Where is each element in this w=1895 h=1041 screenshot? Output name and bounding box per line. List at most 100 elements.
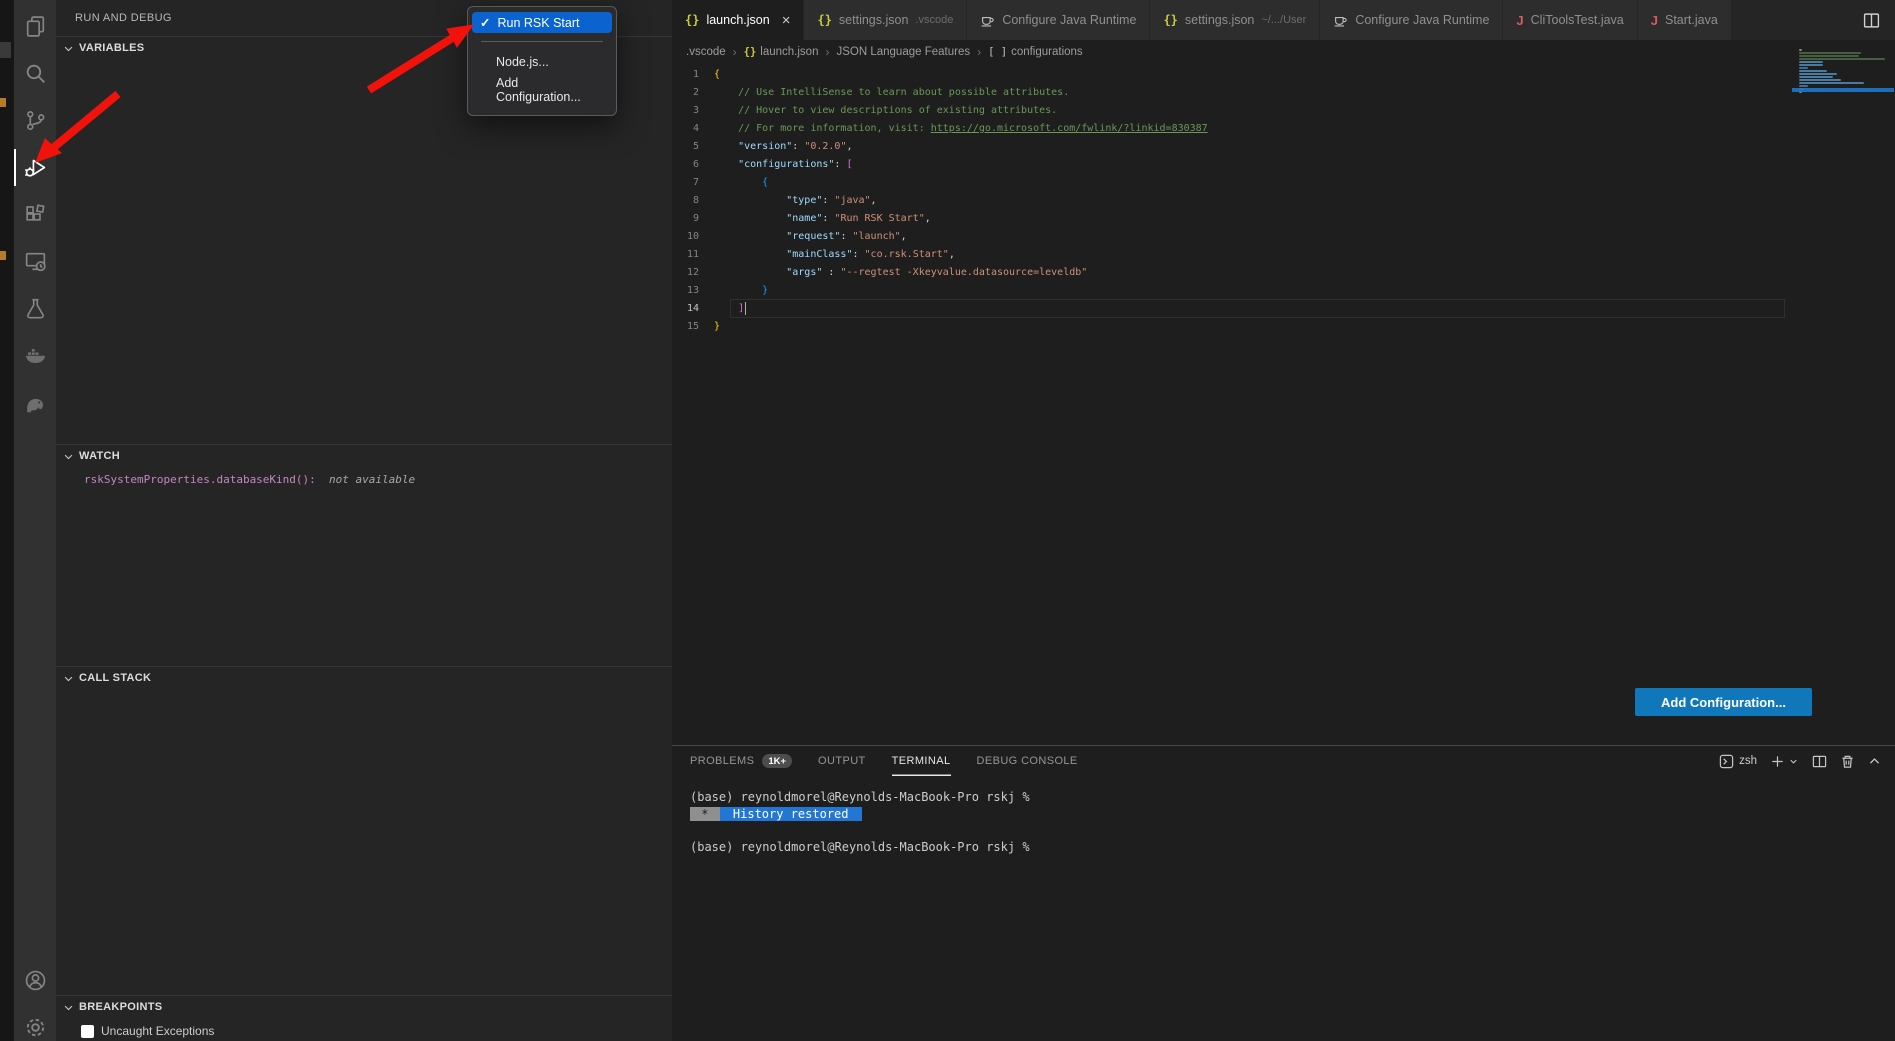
line-number[interactable]: 5 <box>672 138 714 156</box>
code-line-14[interactable]: 14 ] <box>672 300 1895 318</box>
code-line-4[interactable]: 4 // For more information, visit: https:… <box>672 120 1895 138</box>
uncaught-exceptions-checkbox[interactable] <box>81 1025 94 1038</box>
chevron-down-icon <box>63 43 74 54</box>
tab-configure-java-runtime-2[interactable]: Configure Java Runtime <box>967 0 1150 40</box>
activity-bar-item-explorer[interactable] <box>14 3 56 50</box>
code-line-1[interactable]: 1{ <box>672 66 1895 84</box>
run-and-debug-sidebar: RUN AND DEBUG ··· VARIABLES WATCH rskSys… <box>56 0 672 1041</box>
watch-section-header[interactable]: WATCH <box>56 445 672 467</box>
search-icon <box>23 61 48 86</box>
breadcrumb-item--vscode[interactable]: .vscode <box>686 46 726 58</box>
line-number[interactable]: 6 <box>672 156 714 174</box>
line-number[interactable]: 11 <box>672 246 714 264</box>
activity-bar-item-extensions[interactable] <box>14 191 56 238</box>
activity-bar-item-search[interactable] <box>14 50 56 97</box>
terminal-toolbar: zsh <box>1719 754 1881 769</box>
panel-tab-terminal[interactable]: TERMINAL <box>892 746 951 776</box>
code-line-6[interactable]: 6 "configurations": [ <box>672 156 1895 174</box>
panel-tab-label: DEBUG CONSOLE <box>977 755 1078 767</box>
dropdown-selected-item[interactable]: ✓ Run RSK Start <box>472 12 612 33</box>
breadcrumb-item-launch-json[interactable]: {}launch.json <box>744 46 819 58</box>
background-window-strip <box>0 0 14 1041</box>
activity-bar-item-gradle[interactable] <box>14 379 56 426</box>
terminal-line: (base) reynoldmorel@Reynolds-MacBook-Pro… <box>690 839 1895 856</box>
activity-bar-item-testing[interactable] <box>14 285 56 332</box>
terminal-shell-selector[interactable]: zsh <box>1719 754 1757 769</box>
add-configuration-button[interactable]: Add Configuration... <box>1635 688 1812 716</box>
kill-terminal-trash-icon[interactable] <box>1840 754 1855 769</box>
tab-clitoolstest-java-5[interactable]: JCliToolsTest.java <box>1503 0 1637 40</box>
line-number[interactable]: 8 <box>672 192 714 210</box>
watch-expression-row[interactable]: rskSystemProperties.databaseKind(): not … <box>56 467 672 486</box>
line-number[interactable]: 7 <box>672 174 714 192</box>
line-number[interactable]: 4 <box>672 120 714 138</box>
dropdown-item-nodejs[interactable]: Node.js... <box>472 52 612 73</box>
dropdown-selected-label: Run RSK Start <box>497 16 579 30</box>
dropdown-item-add-configuration[interactable]: Add Configuration... <box>472 73 612 108</box>
code-line-5[interactable]: 5 "version": "0.2.0", <box>672 138 1895 156</box>
line-number[interactable]: 13 <box>672 282 714 300</box>
terminal-output[interactable]: (base) reynoldmorel@Reynolds-MacBook-Pro… <box>672 776 1895 855</box>
panel-tab-debug-console[interactable]: DEBUG CONSOLE <box>977 746 1078 776</box>
new-terminal-icon[interactable] <box>1770 754 1799 769</box>
line-number[interactable]: 12 <box>672 264 714 282</box>
line-number[interactable]: 2 <box>672 84 714 102</box>
minimap-line <box>1799 79 1841 81</box>
breadcrumb-separator: › <box>733 45 737 59</box>
breadcrumb-item-json-language-features[interactable]: JSON Language Features <box>836 46 970 58</box>
history-restored-badge: History restored <box>720 807 862 821</box>
breakpoints-section-header[interactable]: BREAKPOINTS <box>56 996 672 1018</box>
tab-launch-json-0[interactable]: {}launch.json× <box>672 0 804 40</box>
code-line-8[interactable]: 8 "type": "java", <box>672 192 1895 210</box>
line-number[interactable]: 10 <box>672 228 714 246</box>
chevron-down-icon <box>63 673 74 684</box>
tab-configure-java-runtime-4[interactable]: Configure Java Runtime <box>1320 0 1503 40</box>
activity-bar-item-source-control[interactable] <box>14 97 56 144</box>
panel-tab-output[interactable]: OUTPUT <box>818 746 866 776</box>
activity-bar-item-accounts[interactable] <box>14 957 56 1004</box>
tab-settings-json-1[interactable]: {}settings.json.vscode <box>804 0 967 40</box>
code-editor[interactable]: 1{2 // Use IntelliSense to learn about p… <box>672 64 1895 336</box>
breadcrumb-item-configurations[interactable]: [ ]configurations <box>988 46 1083 58</box>
line-number[interactable]: 3 <box>672 102 714 120</box>
code-line-11[interactable]: 11 "mainClass": "co.rsk.Start", <box>672 246 1895 264</box>
code-line-12[interactable]: 12 "args" : "--regtest -Xkeyvalue.dataso… <box>672 264 1895 282</box>
minimap-line <box>1799 58 1885 60</box>
tab-settings-json-3[interactable]: {}settings.json~/.../User <box>1150 0 1320 40</box>
code-line-13[interactable]: 13 } <box>672 282 1895 300</box>
section-label: VARIABLES <box>79 42 144 54</box>
code-line-10[interactable]: 10 "request": "launch", <box>672 228 1895 246</box>
line-number[interactable]: 9 <box>672 210 714 228</box>
code-line-15[interactable]: 15} <box>672 318 1895 336</box>
background-window-fragment <box>0 251 6 260</box>
tab-start-java-6[interactable]: JStart.java <box>1638 0 1732 40</box>
call-stack-section-header[interactable]: CALL STACK <box>56 667 672 689</box>
line-number[interactable]: 14 <box>672 300 714 318</box>
line-content: "configurations": [ <box>714 156 853 174</box>
minimap[interactable] <box>1799 49 1891 94</box>
close-icon[interactable]: × <box>782 13 791 28</box>
panel-tab-problems[interactable]: PROBLEMS1K+ <box>690 746 792 776</box>
activity-bar-item-run-and-debug[interactable] <box>14 144 56 191</box>
check-icon: ✓ <box>480 15 490 30</box>
code-line-3[interactable]: 3 // Hover to view descriptions of exist… <box>672 102 1895 120</box>
maximize-panel-chevron-icon[interactable] <box>1868 755 1881 768</box>
watch-value: not available <box>322 473 415 486</box>
code-line-2[interactable]: 2 // Use IntelliSense to learn about pos… <box>672 84 1895 102</box>
chevron-down-icon <box>63 1002 74 1013</box>
code-line-9[interactable]: 9 "name": "Run RSK Start", <box>672 210 1895 228</box>
terminal-star-marker: * <box>690 807 720 821</box>
activity-bar-item-settings[interactable] <box>14 1004 56 1041</box>
line-number[interactable]: 15 <box>672 318 714 336</box>
source-control-icon <box>23 108 48 133</box>
testing-icon <box>23 296 48 321</box>
activity-bar-item-docker[interactable] <box>14 332 56 379</box>
split-editor-icon[interactable] <box>1863 12 1880 29</box>
split-terminal-icon[interactable] <box>1812 754 1827 769</box>
minimap-current-line <box>1792 88 1894 92</box>
activity-bar-item-remote-explorer[interactable] <box>14 238 56 285</box>
breakpoints-section: BREAKPOINTS Uncaught Exceptions <box>56 995 672 1041</box>
minimap-line <box>1799 49 1802 51</box>
code-line-7[interactable]: 7 { <box>672 174 1895 192</box>
line-number[interactable]: 1 <box>672 66 714 84</box>
